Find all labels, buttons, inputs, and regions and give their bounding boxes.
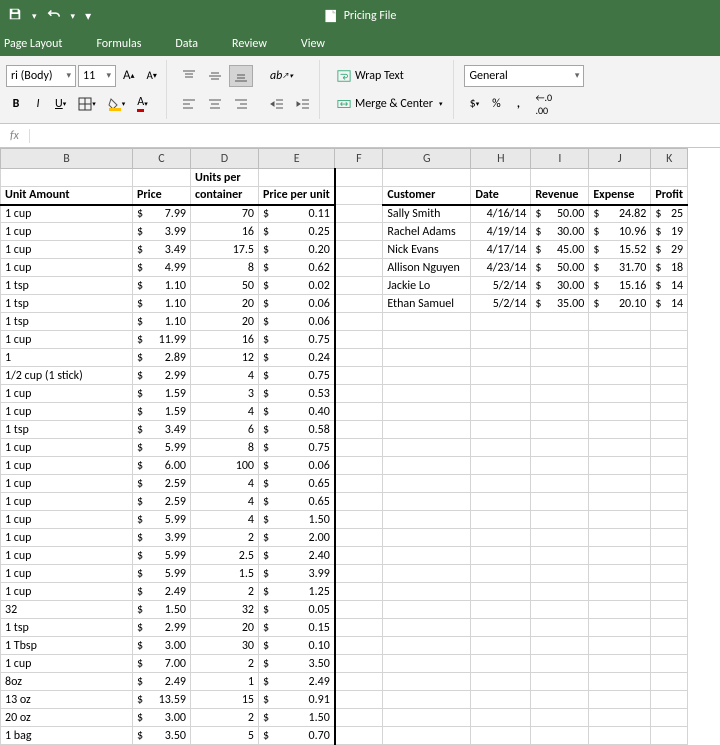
font-color-button[interactable]: A▾	[132, 93, 152, 115]
merge-center-button[interactable]: Merge & Center▾	[330, 93, 450, 115]
ribbon-tabs: Page Layout Formulas Data Review View	[0, 32, 720, 56]
font-group: ri (Body)▾ 11▾ A▴ A▾ B I U▾ ▾ ▾ A▾	[2, 60, 167, 119]
number-format-combo[interactable]: General▾	[464, 65, 584, 87]
align-middle-button[interactable]	[203, 65, 227, 87]
fx-label: fx	[0, 129, 30, 143]
ribbon: ri (Body)▾ 11▾ A▴ A▾ B I U▾ ▾ ▾ A▾ ab↗▾	[0, 56, 720, 124]
table-row: 1 Tbsp 3.00 30 0.10	[1, 637, 688, 655]
table-row: 13 oz 13.59 15 0.91	[1, 691, 688, 709]
table-row: 1 cup 3.99 2 2.00	[1, 529, 688, 547]
table-row: 8oz 2.49 1 2.49	[1, 673, 688, 691]
bold-button[interactable]: B	[6, 93, 26, 115]
increase-font-button[interactable]: A▴	[118, 65, 140, 87]
comma-button[interactable]: ,	[508, 93, 528, 115]
wrap-text-button[interactable]: Wrap Text	[330, 65, 411, 87]
table-row: 1 cup 2.49 2 1.25	[1, 583, 688, 601]
undo-icon[interactable]	[47, 7, 61, 25]
tab-page-layout[interactable]: Page Layout	[4, 37, 62, 51]
table-row: 1 cup 5.99 4 1.50	[1, 511, 688, 529]
tab-formulas[interactable]: Formulas	[96, 37, 141, 51]
table-row: 1 tsp 1.10 20 0.06	[1, 313, 688, 331]
font-name-combo[interactable]: ri (Body)▾	[6, 65, 76, 87]
formula-input[interactable]	[30, 125, 720, 147]
number-group: General▾ $▾ % , ←.0.00	[460, 60, 588, 119]
table-row: 1 cup 7.99 70 0.11 Sally Smith 4/16/14 5…	[1, 205, 688, 223]
tab-data[interactable]: Data	[175, 37, 198, 51]
italic-button[interactable]: I	[28, 93, 48, 115]
table-row: 1 cup 7.00 2 3.50	[1, 655, 688, 673]
table-row: 1 cup 2.59 4 0.65	[1, 493, 688, 511]
increase-indent-button[interactable]	[291, 93, 315, 115]
titlebar: ▾ ▾ ▾ Pricing File	[0, 0, 720, 32]
decrease-font-button[interactable]: A▾	[142, 65, 162, 87]
table-row: 32 1.50 32 0.05	[1, 601, 688, 619]
table-row: 1 cup 11.99 16 0.75	[1, 331, 688, 349]
table-row: 1 cup 3.49 17.5 0.20 Nick Evans 4/17/14 …	[1, 241, 688, 259]
table-row: 1 cup 3.99 16 0.25 Rachel Adams 4/19/14 …	[1, 223, 688, 241]
table-row: 1 bag 3.50 5 0.70	[1, 727, 688, 745]
currency-button[interactable]: $▾	[464, 93, 484, 115]
column-headers[interactable]: BCDEF GHIJK	[1, 149, 688, 169]
alignment-group: ab↗▾	[173, 60, 320, 119]
table-row: 1 tsp 3.49 6 0.58	[1, 421, 688, 439]
table-row: 1 tsp 2.99 20 0.15	[1, 619, 688, 637]
save-icon[interactable]	[8, 7, 22, 25]
underline-button[interactable]: U▾	[50, 93, 71, 115]
dropdown-icon[interactable]: ▾	[71, 11, 76, 22]
table-row: 1 cup 5.99 2.5 2.40	[1, 547, 688, 565]
font-size-combo[interactable]: 11▾	[78, 65, 116, 87]
orientation-button[interactable]: ab↗▾	[265, 65, 298, 87]
tab-view[interactable]: View	[301, 37, 325, 51]
table-row: 1 cup 4.99 8 0.62 Allison Nguyen 4/23/14…	[1, 259, 688, 277]
table-row: 1 cup 1.59 3 0.53	[1, 385, 688, 403]
quick-access-toolbar: ▾ ▾ ▾	[8, 7, 91, 25]
percent-button[interactable]: %	[486, 93, 506, 115]
align-top-button[interactable]	[177, 65, 201, 87]
align-center-button[interactable]	[203, 93, 227, 115]
formula-bar: fx	[0, 124, 720, 148]
wrap-merge-group: Wrap Text Merge & Center▾	[326, 60, 455, 119]
table-row: 1 tsp 1.10 50 0.02 Jackie Lo 5/2/14 30.0…	[1, 277, 688, 295]
table-row: 1 cup 6.00 100 0.06	[1, 457, 688, 475]
table-row: 1 cup 2.59 4 0.65	[1, 475, 688, 493]
table-row: 1 2.89 12 0.24	[1, 349, 688, 367]
increase-decimal-button[interactable]: ←.0.00	[530, 93, 557, 115]
table-row: 1/2 cup (1 stick) 2.99 4 0.75	[1, 367, 688, 385]
border-button[interactable]: ▾	[73, 93, 101, 115]
fill-color-button[interactable]: ▾	[103, 93, 131, 115]
align-bottom-button[interactable]	[229, 65, 253, 87]
dropdown-icon[interactable]: ▾	[32, 11, 37, 22]
window-title: Pricing File	[324, 9, 397, 23]
table-row: 1 cup 1.59 4 0.40	[1, 403, 688, 421]
decrease-indent-button[interactable]	[265, 93, 289, 115]
align-left-button[interactable]	[177, 93, 201, 115]
table-row: 1 tsp 1.10 20 0.06 Ethan Samuel 5/2/14 3…	[1, 295, 688, 313]
table-row: 1 cup 5.99 1.5 3.99	[1, 565, 688, 583]
table-row: 20 oz 3.00 2 1.50	[1, 709, 688, 727]
table-row: 1 cup 5.99 8 0.75	[1, 439, 688, 457]
align-right-button[interactable]	[229, 93, 253, 115]
excel-file-icon	[324, 9, 338, 23]
customize-icon[interactable]: ▾	[85, 9, 91, 24]
tab-review[interactable]: Review	[232, 37, 267, 51]
worksheet[interactable]: BCDEF GHIJK Units per Unit Amount Price …	[0, 148, 720, 745]
